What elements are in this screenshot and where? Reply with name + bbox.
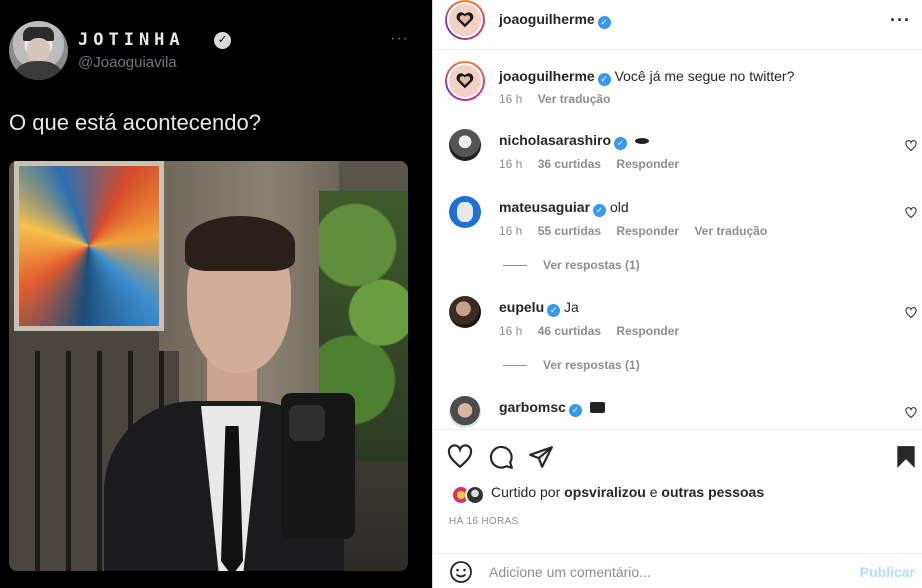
post-author-name[interactable]: joaoguilherme [499,11,595,27]
comment-meta: 16 h 55 curtidas Responder Ver tradução [499,224,779,238]
comment-user[interactable]: garbomsc [499,399,566,415]
heart-logo-icon [456,12,474,28]
reply-button[interactable]: Responder [616,224,679,238]
tweet-verified-icon: ✓ [214,32,231,49]
comment-text: mateusaguiar ✓ old [499,199,629,217]
view-replies-button[interactable]: Ver respostas (1) [503,258,640,272]
reply-button[interactable]: Responder [616,324,679,338]
comment-meta: 16 h 36 curtidas Responder [499,157,691,171]
author-avatar[interactable] [445,0,485,40]
tweet-avatar [9,21,68,80]
caption-author[interactable]: joaoguilherme [499,68,595,84]
verified-icon: ✓ [593,204,607,217]
post-header: joaoguilherme ✓ ··· [433,0,922,50]
liked-by: Curtido por opsviralizou e outras pessoa… [491,484,764,500]
verified-icon: ✓ [597,73,611,86]
tweet-text: O que está acontecendo? [9,110,261,135]
caption-time[interactable]: 16 h [499,92,522,106]
comment-likes[interactable]: 46 curtidas [538,324,601,338]
post-author[interactable]: joaoguilherme ✓ [499,11,611,29]
verified-icon: ✓ [614,137,628,150]
view-replies-button[interactable]: Ver respostas (1) [503,358,640,372]
liker-avatar[interactable] [465,485,485,505]
comment-meta: 16 h 46 curtidas Responder [499,324,691,338]
comment-likes[interactable]: 36 curtidas [538,157,601,171]
post-panel: joaoguilherme ✓ ··· joaoguilherme ✓ Você j… [432,0,922,588]
comment-icon[interactable] [488,444,514,470]
reply-button[interactable]: Responder [616,157,679,171]
comment-text: eupelu ✓ Ja [499,299,579,317]
caption-meta: 16 h Ver tradução [499,92,622,106]
translate-button[interactable]: Ver tradução [694,224,767,238]
caption-body: Você já me segue no twitter? [614,68,795,84]
comment-text: garbomsc ✓ [499,399,605,417]
phone-camera [289,405,325,441]
action-bar [433,429,922,489]
caption-text: joaoguilherme ✓ Você já me segue no twitt… [499,68,794,86]
comment-time[interactable]: 16 h [499,157,522,171]
comment-user[interactable]: nicholasarashiro [499,132,611,148]
liked-by-connector: e [649,484,658,500]
tweet-image: JOTINHA ✓ @Joaoguiavila ··· O que está a… [0,0,432,588]
tweet-display-name: JOTINHA [78,30,185,50]
emoji-icon [634,138,649,144]
share-icon[interactable] [528,444,554,470]
comment-input[interactable]: Adicione um comentário... [489,564,651,580]
comment-avatar[interactable] [449,129,481,161]
publish-button[interactable]: Publicar [860,564,915,580]
liked-by-others[interactable]: outras pessoas [661,484,764,500]
comment-avatar[interactable] [449,396,481,428]
view-replies-label[interactable]: Ver respostas (1) [543,358,640,372]
verified-icon: ✓ [547,304,561,317]
comment-user[interactable]: mateusaguiar [499,199,590,215]
comment-likes[interactable]: 55 curtidas [538,224,601,238]
add-comment-bar: Adicione um comentário... Publicar [433,553,922,588]
tweet-more-icon: ··· [390,30,409,47]
liked-by-user[interactable]: opsviralizou [564,484,646,500]
comment-time[interactable]: 16 h [499,324,522,338]
comment-body: Ja [564,299,579,315]
verified-icon: ✓ [597,16,611,29]
post-timestamp[interactable]: HÁ 16 HORAS [449,516,518,527]
comment-time[interactable]: 16 h [499,224,522,238]
more-icon[interactable]: ··· [890,10,911,31]
emoji-icon[interactable] [449,560,473,584]
tweet-handle: @Joaoguiavila [78,54,177,71]
comment-heart-icon[interactable] [905,407,917,419]
verified-icon: ✓ [568,404,582,417]
comment-avatar[interactable] [449,296,481,328]
heart-logo-icon [456,73,474,89]
caption-translate-button[interactable]: Ver tradução [538,92,611,106]
painting [14,161,164,331]
comment-avatar[interactable] [449,196,481,228]
comment-body: old [609,199,629,215]
comment-text: nicholasarashiro ✓ [499,132,649,150]
bookmark-icon[interactable] [893,444,919,470]
view-replies-label[interactable]: Ver respostas (1) [543,258,640,272]
comment-heart-icon[interactable] [905,207,917,219]
emoji-icon [589,402,605,413]
heart-icon[interactable] [447,444,473,470]
comment-heart-icon[interactable] [905,140,917,152]
comment-user[interactable]: eupelu [499,299,544,315]
liked-by-prefix: Curtido por [491,484,561,500]
tweet-photo [9,161,408,571]
comments-list: joaoguilherme ✓ Você já me segue no twitt… [433,51,922,429]
comment-heart-icon[interactable] [905,307,917,319]
caption-avatar[interactable] [445,61,485,101]
